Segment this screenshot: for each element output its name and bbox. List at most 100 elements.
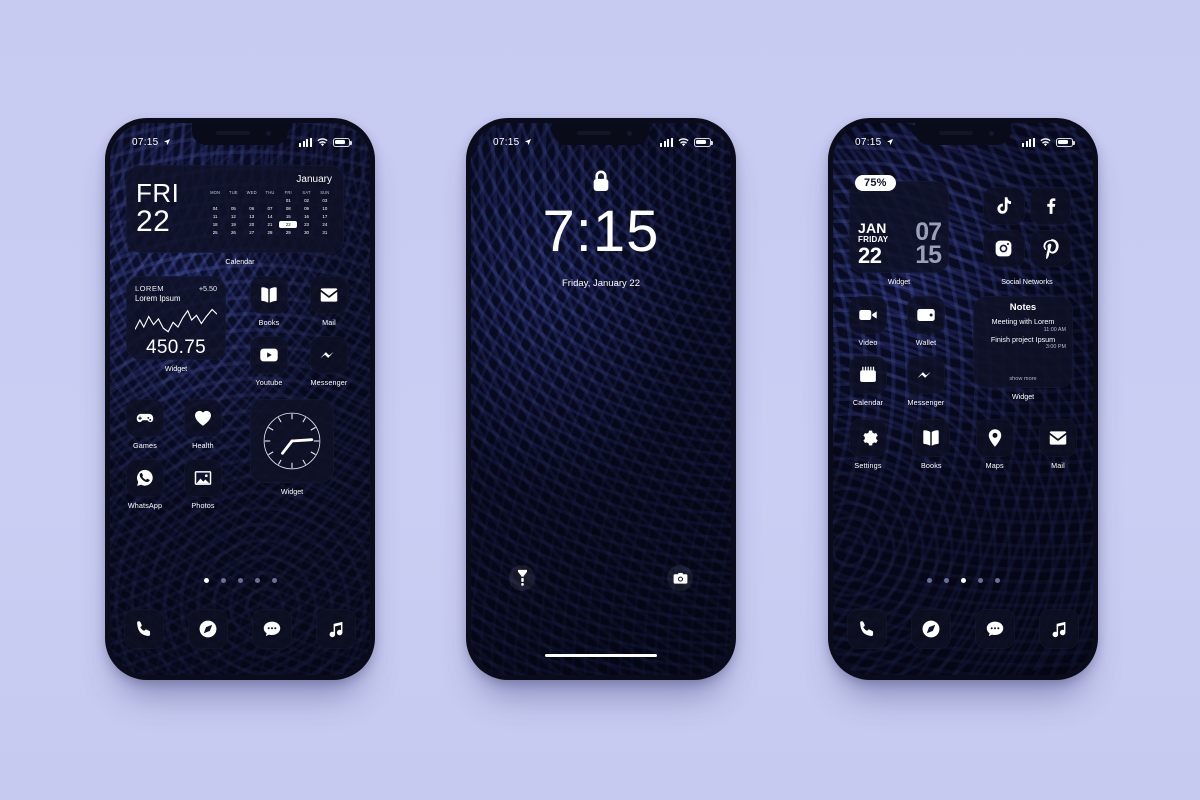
calendar-day-cell[interactable]: 04: [206, 205, 224, 212]
calendar-day-cell: [206, 197, 224, 204]
app-youtube[interactable]: Youtube: [250, 336, 288, 387]
calendar-day-cell[interactable]: 07: [261, 205, 279, 212]
calendar-day-cell[interactable]: 08: [279, 205, 297, 212]
calendar-day-cell[interactable]: 15: [279, 213, 297, 220]
calendar-day-cell[interactable]: 06: [243, 205, 261, 212]
widget-day: 22: [858, 243, 882, 269]
dock-messages-button[interactable]: [252, 609, 292, 649]
calendar-day-cell[interactable]: 17: [316, 213, 334, 220]
page-dot[interactable]: [203, 578, 209, 583]
dock-music-button[interactable]: [1039, 609, 1079, 649]
app-games[interactable]: Games: [126, 399, 164, 450]
note-time: 3:00 PM: [1045, 344, 1066, 350]
stock-widget-label: Widget: [164, 364, 188, 373]
dock-safari-button[interactable]: [188, 609, 228, 649]
app-video[interactable]: Video: [849, 296, 887, 347]
page-dot[interactable]: [220, 578, 226, 583]
social-networks-folder[interactable]: Social Networks: [977, 181, 1077, 286]
page-dots-2[interactable]: [833, 578, 1093, 583]
calendar-day-cell[interactable]: 03: [316, 197, 334, 204]
app-health[interactable]: Health: [184, 399, 222, 450]
page-dot[interactable]: [994, 578, 1000, 583]
page-dot[interactable]: [977, 578, 983, 583]
calendar-dow: SUN: [320, 190, 330, 195]
flashlight-icon: [517, 569, 527, 586]
calendar-day-cell[interactable]: 01: [279, 197, 297, 204]
calendar-day-cell[interactable]: 12: [224, 213, 242, 220]
page-dot[interactable]: [237, 578, 243, 583]
app-label: Books: [920, 461, 942, 470]
battery-date-widget[interactable]: 75% JAN FRIDAY 22 07 15 Widget: [849, 175, 949, 286]
calendar-day-cell[interactable]: 26: [224, 229, 242, 236]
calendar-day-cell[interactable]: 19: [224, 221, 242, 228]
app-photos[interactable]: Photos: [184, 459, 222, 510]
app-label: Messenger: [310, 378, 348, 387]
home-indicator[interactable]: [545, 653, 657, 657]
calendar-day-cell[interactable]: 13: [243, 213, 261, 220]
dock-music-button[interactable]: [316, 609, 356, 649]
app-books-2[interactable]: Books: [912, 419, 951, 470]
flashlight-button[interactable]: [509, 565, 535, 591]
camera-button[interactable]: [667, 565, 693, 591]
calendar-day-cell[interactable]: 22: [279, 221, 298, 228]
app-mail[interactable]: Mail: [310, 276, 348, 327]
clock-widget[interactable]: Widget: [250, 399, 334, 496]
page-dot[interactable]: [926, 578, 932, 583]
status-time: 07:15: [132, 136, 159, 148]
calendar-day-cell[interactable]: 20: [243, 221, 261, 228]
notes-widget[interactable]: Notes Meeting with Lorem 11:00 AM Finish…: [973, 296, 1073, 401]
app-facebook[interactable]: [1029, 187, 1071, 225]
cellular-signal-icon: [299, 137, 312, 147]
page-dot[interactable]: [943, 578, 949, 583]
page-dot[interactable]: [960, 578, 966, 583]
dock-phone-button[interactable]: [847, 609, 887, 649]
location-arrow-icon: [163, 139, 170, 145]
app-pinterest[interactable]: [1029, 229, 1071, 267]
calendar-day-cell[interactable]: 14: [261, 213, 279, 220]
stock-widget[interactable]: LOREM +5.50 Lorem Ipsum 450.75 Widget: [126, 276, 226, 373]
calendar-widget[interactable]: FRI 22 January MON TUE WED THU FRI SAT SUN 01 02…: [126, 165, 354, 266]
page-dot[interactable]: [254, 578, 260, 583]
app-messenger[interactable]: Messenger: [310, 336, 348, 387]
calendar-day-cell[interactable]: 27: [243, 229, 261, 236]
calendar-day-cell[interactable]: 30: [297, 229, 315, 236]
dock-messages-button[interactable]: [975, 609, 1015, 649]
calendar-day-cell[interactable]: 23: [297, 221, 315, 228]
notch: [553, 123, 649, 145]
calendar-day-cell[interactable]: 24: [316, 221, 334, 228]
calendar-day-cell[interactable]: 25: [206, 229, 224, 236]
app-mail-2[interactable]: Mail: [1038, 419, 1077, 470]
calendar-day-cell[interactable]: 02: [297, 197, 315, 204]
app-whatsapp[interactable]: WhatsApp: [126, 459, 164, 510]
calendar-day-cell[interactable]: 28: [261, 229, 279, 236]
app-instagram[interactable]: [983, 229, 1025, 267]
wifi-icon: [317, 137, 328, 146]
note-item[interactable]: Finish project Ipsum 3:00 PM: [980, 335, 1066, 351]
note-item[interactable]: Meeting with Lorem 11:00 AM: [980, 317, 1066, 333]
home-screen-content-2: 75% JAN FRIDAY 22 07 15 Widget Social Ne…: [833, 123, 1093, 675]
calendar-day-cell[interactable]: 11: [206, 213, 224, 220]
calendar-day-cell[interactable]: 10: [316, 205, 334, 212]
calendar-day-cell[interactable]: 31: [316, 229, 334, 236]
app-maps[interactable]: Maps: [975, 419, 1014, 470]
app-books[interactable]: Books: [250, 276, 288, 327]
calendar-day-cell[interactable]: 05: [224, 205, 242, 212]
dock-safari-button[interactable]: [911, 609, 951, 649]
calendar-day-cell[interactable]: 18: [206, 221, 224, 228]
calendar-day-cell[interactable]: 29: [279, 229, 297, 236]
calendar-day-cell[interactable]: 21: [261, 221, 279, 228]
app-calendar[interactable]: Calendar: [849, 356, 887, 407]
calendar-day-cell[interactable]: 09: [297, 205, 315, 212]
app-settings[interactable]: Settings: [849, 419, 887, 470]
app-tiktok[interactable]: [983, 187, 1025, 225]
dock-phone-button[interactable]: [124, 609, 164, 649]
page-dot[interactable]: [271, 578, 277, 583]
app-wallet[interactable]: Wallet: [907, 296, 945, 347]
calendar-grid: MON TUE WED THU FRI SAT SUN 01 02 03 04 05 06 07 08 09 1…: [206, 189, 334, 236]
app-messenger-2[interactable]: Messenger: [907, 356, 945, 407]
calendar-day-cell[interactable]: 16: [297, 213, 315, 220]
calendar-dow: FRI: [284, 190, 292, 195]
page-dots-1[interactable]: [110, 578, 370, 583]
calendar-day-cell: [224, 197, 242, 204]
show-more-link[interactable]: show more: [980, 376, 1066, 382]
